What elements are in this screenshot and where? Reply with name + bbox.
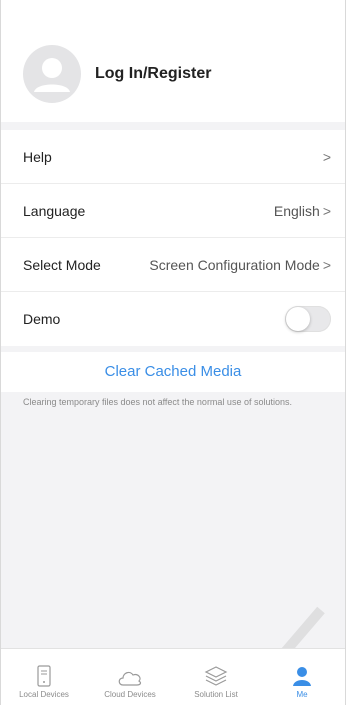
user-avatar-icon[interactable]	[23, 45, 81, 103]
select-mode-row[interactable]: Select Mode Screen Configuration Mode >	[1, 238, 345, 292]
toggle-knob	[286, 307, 310, 331]
tab-label: Local Devices	[19, 690, 69, 699]
help-label: Help	[23, 148, 52, 165]
profile-header[interactable]: Log In/Register	[1, 0, 345, 122]
select-mode-value: Screen Configuration Mode	[149, 256, 320, 273]
person-icon	[293, 667, 311, 686]
demo-toggle[interactable]	[285, 306, 331, 332]
demo-label: Demo	[23, 311, 61, 327]
clear-cache-note: Clearing temporary files does not affect…	[23, 397, 292, 407]
layers-icon	[204, 666, 228, 686]
select-mode-label: Select Mode	[23, 256, 101, 273]
language-row[interactable]: Language English >	[1, 184, 345, 238]
tab-cloud-devices[interactable]: Cloud Devices	[90, 667, 170, 699]
me-screen: Log In/Register Help > Language English …	[0, 0, 346, 705]
phone-device-icon	[37, 665, 51, 687]
tab-label: Me	[296, 690, 308, 699]
settings-list: Help > Language English > Select Mode Sc…	[1, 130, 345, 346]
tab-label: Solution List	[194, 690, 238, 699]
chevron-right-icon: >	[322, 148, 331, 165]
bottom-tab-bar: Local Devices Cloud Devices Solution Lis…	[1, 648, 345, 705]
language-label: Language	[23, 202, 86, 219]
cloud-icon	[118, 671, 142, 686]
help-row[interactable]: Help >	[1, 130, 345, 184]
login-register-link[interactable]: Log In/Register	[95, 65, 211, 83]
tab-me[interactable]: Me	[262, 665, 342, 699]
chevron-right-icon: >	[322, 256, 331, 273]
tab-label: Cloud Devices	[104, 690, 156, 699]
tab-solution-list[interactable]: Solution List	[176, 665, 256, 699]
language-value: English	[273, 202, 320, 219]
chevron-right-icon: >	[322, 202, 331, 219]
clear-cached-media-button[interactable]: Clear Cached Media	[1, 352, 345, 392]
demo-row: Demo	[1, 292, 345, 346]
tab-local-devices[interactable]: Local Devices	[4, 665, 84, 699]
